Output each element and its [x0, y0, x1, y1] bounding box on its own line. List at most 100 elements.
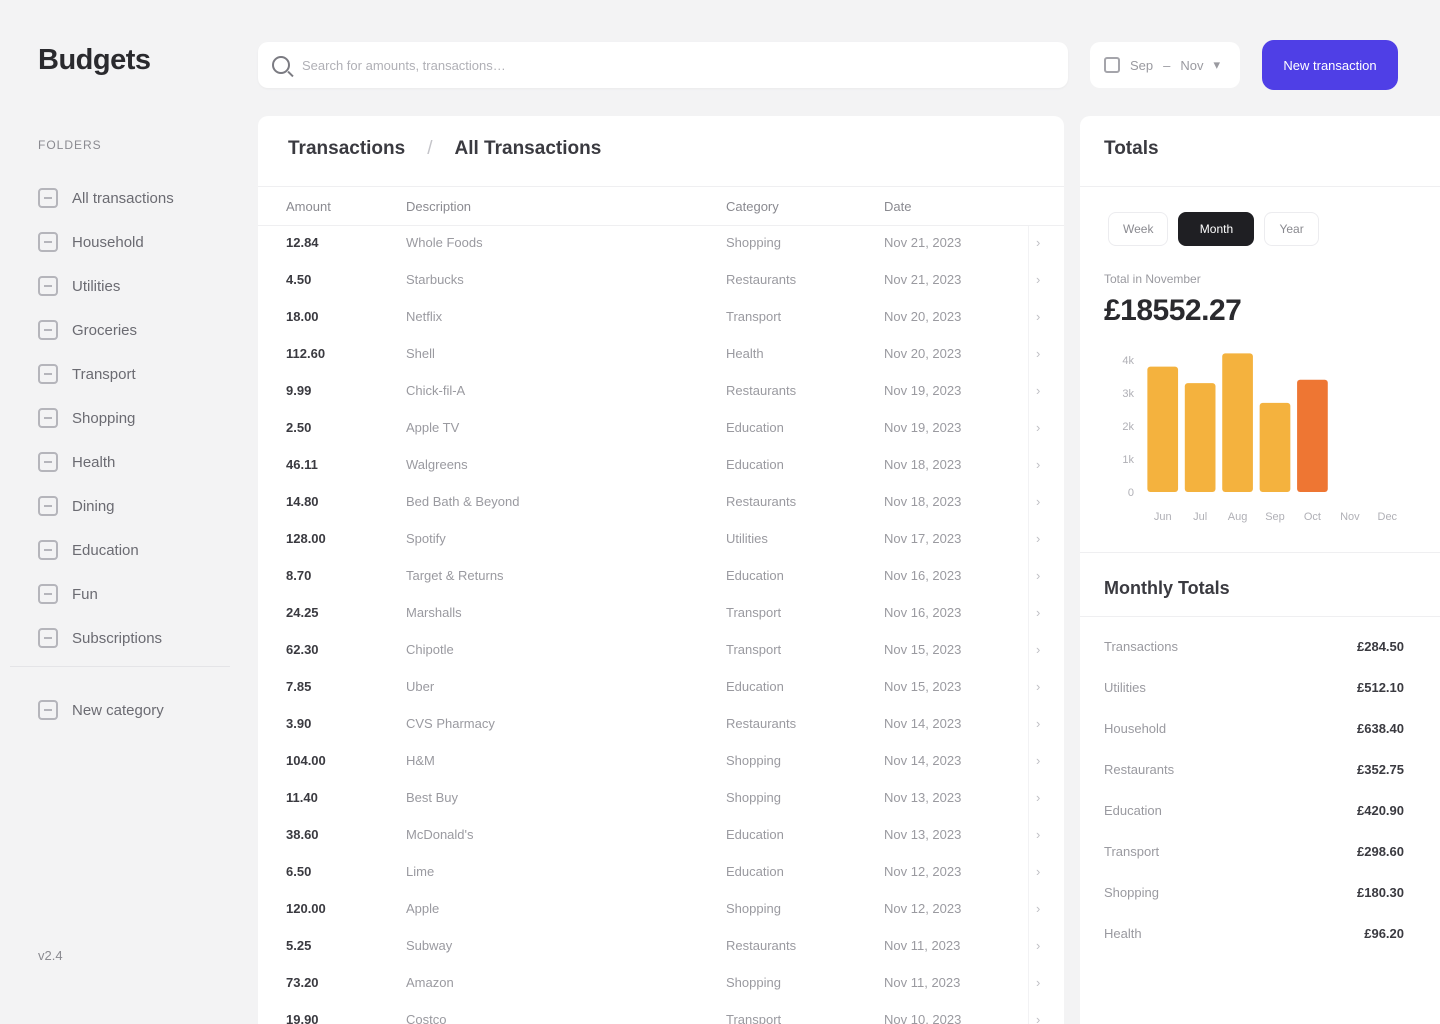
table-row[interactable]: 9.99 Chick-fil-A Restaurants Nov 19, 2023 › — [258, 374, 1064, 411]
table-row[interactable]: 18.00 Netflix Transport Nov 20, 2023 › — [258, 300, 1064, 337]
sidebar-item-shopping[interactable]: Shopping — [38, 396, 228, 440]
chevron-right-icon[interactable]: › — [1036, 235, 1040, 250]
chevron-right-icon[interactable]: › — [1036, 494, 1040, 509]
chart-bar[interactable] — [1222, 353, 1253, 492]
cell-category: Shopping — [726, 753, 781, 768]
cell-amount: 9.99 — [286, 383, 312, 398]
chart-bar[interactable] — [1259, 402, 1291, 492]
column-header-description[interactable]: Description — [406, 199, 471, 214]
table-row[interactable]: 12.84 Whole Foods Shopping Nov 21, 2023 › — [258, 226, 1064, 263]
cell-amount: 2.50 — [286, 420, 312, 435]
table-row[interactable]: 104.00 H&M Shopping Nov 14, 2023 › — [258, 744, 1064, 781]
monthly-bar-chart: 0 1k 2k 3k 4k Jun Jul Aug Sep Oct Nov Dec — [1122, 353, 1398, 523]
chevron-right-icon[interactable]: › — [1036, 938, 1040, 953]
table-row[interactable]: 4.50 Starbucks Restaurants Nov 21, 2023 › — [258, 263, 1064, 300]
chevron-right-icon[interactable]: › — [1036, 457, 1040, 472]
table-row[interactable]: 128.00 Spotify Utilities Nov 17, 2023 › — [258, 522, 1064, 559]
table-row[interactable]: 2.50 Apple TV Education Nov 19, 2023 › — [258, 411, 1064, 448]
column-header-amount[interactable]: Amount — [286, 199, 331, 214]
breadcrumb-item[interactable]: All Transactions — [455, 138, 602, 160]
chevron-right-icon[interactable]: › — [1036, 975, 1040, 990]
table-row[interactable]: 38.60 McDonald's Education Nov 13, 2023 › — [258, 818, 1064, 855]
period-week-button[interactable]: Week — [1108, 212, 1169, 246]
cell-description: Costco — [406, 1012, 447, 1024]
cell-amount: 62.30 — [286, 642, 319, 657]
chevron-right-icon[interactable]: › — [1036, 901, 1040, 916]
sidebar-item-household[interactable]: Household — [38, 220, 228, 264]
chevron-right-icon[interactable]: › — [1036, 605, 1040, 620]
sidebar-item-education[interactable]: Education — [38, 528, 228, 572]
sidebar-item-groceries[interactable]: Groceries — [38, 308, 228, 352]
sidebar-item-dining[interactable]: Dining — [38, 484, 228, 528]
sidebar-item-utilities[interactable]: Utilities — [38, 264, 228, 308]
chevron-right-icon[interactable]: › — [1036, 383, 1040, 398]
chevron-right-icon[interactable]: › — [1036, 420, 1040, 435]
chevron-right-icon[interactable]: › — [1036, 309, 1040, 324]
cell-description: Spotify — [406, 531, 446, 546]
chart-bar[interactable] — [1147, 366, 1179, 492]
sidebar-item-label: All transactions — [72, 189, 174, 207]
table-row[interactable]: 46.11 Walgreens Education Nov 18, 2023 › — [258, 448, 1064, 485]
chart-bar[interactable] — [1297, 379, 1328, 492]
date-range-filter[interactable]: Sep – Nov ▾ — [1090, 42, 1240, 88]
chevron-right-icon[interactable]: › — [1036, 531, 1040, 546]
search-bar[interactable] — [258, 42, 1068, 88]
divider — [1080, 552, 1440, 553]
chevron-right-icon[interactable]: › — [1036, 753, 1040, 768]
table-row[interactable]: 120.00 Apple Shopping Nov 12, 2023 › — [258, 892, 1064, 929]
chevron-right-icon[interactable]: › — [1036, 827, 1040, 842]
period-month-button[interactable]: Month — [1178, 212, 1255, 246]
monthly-totals-title: Monthly Totals — [1104, 578, 1230, 598]
period-toggle: Week Month Year — [1108, 212, 1319, 246]
divider — [1080, 616, 1440, 617]
sidebar-item-subscriptions[interactable]: Subscriptions — [38, 616, 228, 660]
table-row[interactable]: 11.40 Best Buy Shopping Nov 13, 2023 › — [258, 781, 1064, 818]
table-row[interactable]: 112.60 Shell Health Nov 20, 2023 › — [258, 337, 1064, 374]
chevron-right-icon[interactable]: › — [1036, 790, 1040, 805]
cell-date: Nov 16, 2023 — [884, 605, 962, 620]
list-item-value: £96.20 — [1364, 926, 1404, 941]
list-item: Transport £298.60 — [1104, 831, 1404, 872]
x-tick-label: Jun — [1154, 511, 1172, 523]
sidebar-item-new-category[interactable]: New category — [38, 688, 228, 732]
chevron-right-icon[interactable]: › — [1036, 679, 1040, 694]
table-row[interactable]: 8.70 Target & Returns Education Nov 16, 202… — [258, 559, 1064, 596]
sidebar-item-health[interactable]: Health — [38, 440, 228, 484]
cell-date: Nov 17, 2023 — [884, 531, 962, 546]
chevron-right-icon[interactable]: › — [1036, 346, 1040, 361]
table-row[interactable]: 19.90 Costco Transport Nov 10, 2023 › — [258, 1003, 1064, 1024]
table-row[interactable]: 24.25 Marshalls Transport Nov 16, 2023 › — [258, 596, 1064, 633]
chevron-right-icon[interactable]: › — [1036, 1012, 1040, 1024]
chevron-right-icon[interactable]: › — [1036, 642, 1040, 657]
chevron-right-icon[interactable]: › — [1036, 568, 1040, 583]
column-header-category[interactable]: Category — [726, 199, 779, 214]
cell-category: Shopping — [726, 901, 781, 916]
sidebar-item-all-transactions[interactable]: All transactions — [38, 176, 228, 220]
table-row[interactable]: 14.80 Bed Bath & Beyond Restaurants Nov 18,… — [258, 485, 1064, 522]
sidebar-item-fun[interactable]: Fun — [38, 572, 228, 616]
cell-date: Nov 12, 2023 — [884, 901, 962, 916]
cell-category: Restaurants — [726, 716, 797, 731]
table-row[interactable]: 6.50 Lime Education Nov 12, 2023 › — [258, 855, 1064, 892]
table-row[interactable]: 73.20 Amazon Shopping Nov 11, 2023 › — [258, 966, 1064, 1003]
chart-bar[interactable] — [1184, 383, 1216, 492]
date-from: Sep — [1130, 57, 1154, 73]
chevron-right-icon[interactable]: › — [1036, 272, 1040, 287]
search-input[interactable] — [302, 57, 1054, 73]
table-row[interactable]: 3.90 CVS Pharmacy Restaurants Nov 14, 2023 › — [258, 707, 1064, 744]
sidebar-item-transport[interactable]: Transport — [38, 352, 228, 396]
new-transaction-button[interactable]: New transaction — [1262, 40, 1398, 90]
breadcrumb-item[interactable]: Transactions — [288, 138, 405, 160]
column-header-date[interactable]: Date — [884, 199, 911, 214]
x-tick-label: Aug — [1228, 511, 1248, 523]
sidebar-extra: New category — [38, 688, 228, 732]
period-year-button[interactable]: Year — [1264, 212, 1319, 246]
cell-description: Apple — [406, 901, 440, 916]
cell-category: Utilities — [726, 531, 768, 546]
table-row[interactable]: 5.25 Subway Restaurants Nov 11, 2023 › — [258, 929, 1064, 966]
table-row[interactable]: 7.85 Uber Education Nov 15, 2023 › — [258, 670, 1064, 707]
cell-description: Uber — [406, 679, 435, 694]
chevron-right-icon[interactable]: › — [1036, 716, 1040, 731]
chevron-right-icon[interactable]: › — [1036, 864, 1040, 879]
table-row[interactable]: 62.30 Chipotle Transport Nov 15, 2023 › — [258, 633, 1064, 670]
